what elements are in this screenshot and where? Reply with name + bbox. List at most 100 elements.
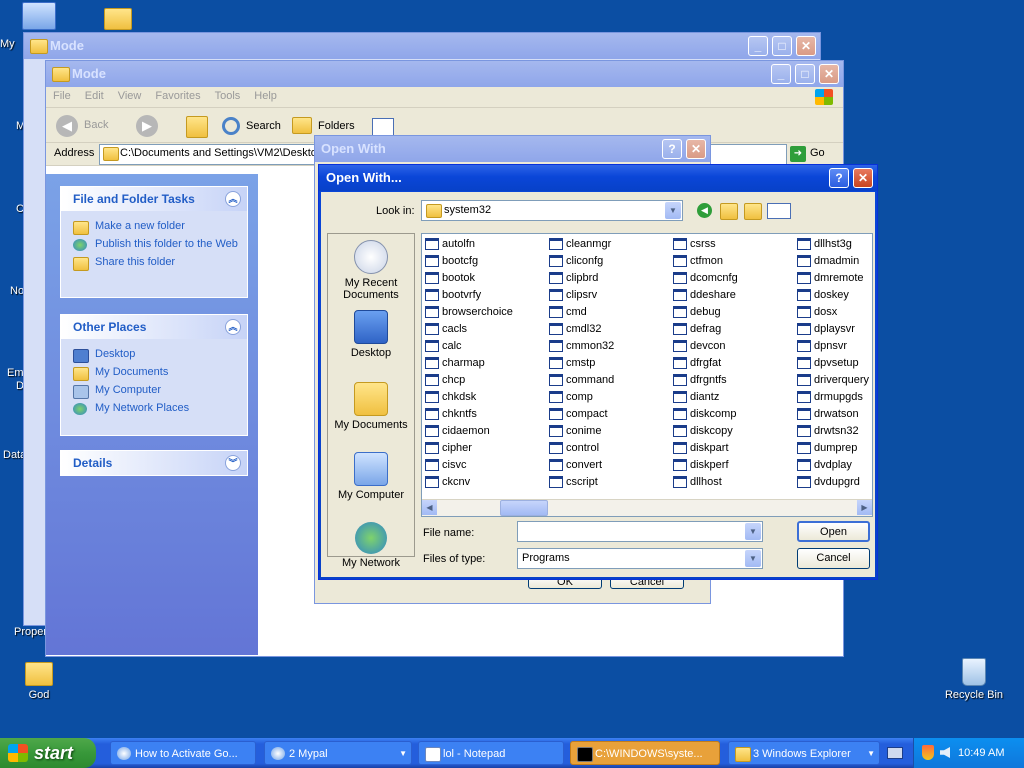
menu-view[interactable]: View (111, 87, 149, 105)
file-item[interactable]: cmdl32 (548, 321, 614, 338)
my-documents-link[interactable]: My Documents (61, 363, 247, 381)
file-name-input[interactable]: ▼ (517, 521, 763, 542)
volume-icon[interactable] (940, 747, 950, 758)
share-folder-link[interactable]: Share this folder (61, 253, 247, 271)
title-bar[interactable]: Open With... ? ✕ (319, 165, 877, 191)
cancel-button[interactable]: Cancel (797, 548, 870, 569)
back-green-icon[interactable]: ◀ (697, 203, 712, 218)
file-item[interactable]: cmmon32 (548, 338, 614, 355)
place-desktop[interactable]: Desktop (328, 310, 414, 359)
file-item[interactable]: diskpart (672, 440, 738, 457)
maximize-button[interactable]: □ (772, 36, 792, 56)
minimize-button[interactable]: _ (771, 64, 791, 84)
file-item[interactable]: cisvc (424, 457, 513, 474)
file-item[interactable]: drmupgds (796, 389, 869, 406)
title-bar[interactable]: Open With ? ✕ (315, 136, 710, 162)
file-item[interactable]: conime (548, 423, 614, 440)
go-button[interactable]: ➜ Go (790, 145, 830, 163)
file-item[interactable]: bootcfg (424, 253, 513, 270)
details-header[interactable]: Details ︾ (61, 451, 247, 475)
title-bar[interactable]: Mode _ □ ✕ (46, 61, 843, 87)
up-folder-icon[interactable] (720, 203, 738, 220)
file-item[interactable]: clipbrd (548, 270, 614, 287)
new-folder-icon[interactable] (744, 203, 762, 220)
file-item[interactable]: ckcnv (424, 474, 513, 491)
keyboard-icon[interactable] (887, 747, 903, 759)
publish-folder-link[interactable]: Publish this folder to the Web (61, 235, 247, 253)
file-item[interactable]: ddeshare (672, 287, 738, 304)
scroll-left-icon[interactable]: ◀ (422, 500, 437, 515)
file-item[interactable]: diskperf (672, 457, 738, 474)
horizontal-scrollbar[interactable]: ◀ ▶ (422, 499, 872, 516)
file-item[interactable]: dosx (796, 304, 869, 321)
file-item[interactable]: dvdplay (796, 457, 869, 474)
file-item[interactable]: drwatson (796, 406, 869, 423)
file-item[interactable]: driverquery (796, 372, 869, 389)
file-item[interactable]: cliconfg (548, 253, 614, 270)
file-item[interactable]: cacls (424, 321, 513, 338)
close-button[interactable]: ✕ (853, 168, 873, 188)
file-item[interactable]: dmremote (796, 270, 869, 287)
views-icon[interactable] (372, 118, 394, 136)
security-shield-icon[interactable] (922, 745, 934, 760)
file-item[interactable]: dcomcnfg (672, 270, 738, 287)
file-item[interactable]: diskcopy (672, 423, 738, 440)
look-in-select[interactable]: system32 ▼ (421, 200, 683, 221)
file-item[interactable]: defrag (672, 321, 738, 338)
file-item[interactable]: dfrgfat (672, 355, 738, 372)
file-item[interactable]: autolfn (424, 236, 513, 253)
chevron-down-icon[interactable]: ▼ (745, 523, 761, 540)
task-button[interactable]: 2 Mypal ▼ (264, 741, 412, 765)
scroll-right-icon[interactable]: ▶ (857, 500, 872, 515)
collapse-icon[interactable]: ︽ (225, 319, 241, 335)
task-button-active[interactable]: C:\WINDOWS\syste... (570, 741, 720, 765)
start-button[interactable]: start (0, 738, 96, 768)
close-button[interactable]: ✕ (819, 64, 839, 84)
file-item[interactable]: bootvrfy (424, 287, 513, 304)
file-item[interactable]: browserchoice (424, 304, 513, 321)
view-menu-icon[interactable] (767, 203, 791, 219)
open-button[interactable]: Open (797, 521, 870, 542)
scroll-thumb[interactable] (500, 500, 548, 516)
task-button[interactable]: lol - Notepad (418, 741, 564, 765)
place-my-computer[interactable]: My Computer (328, 452, 414, 501)
file-item[interactable]: cmd (548, 304, 614, 321)
clock[interactable]: 10:49 AM (958, 738, 1004, 768)
file-item[interactable]: ctfmon (672, 253, 738, 270)
menu-edit[interactable]: Edit (78, 87, 111, 105)
my-computer-link[interactable]: My Computer (61, 381, 247, 399)
file-item[interactable]: dllhost (672, 474, 738, 491)
file-item[interactable]: comp (548, 389, 614, 406)
file-item[interactable]: chkntfs (424, 406, 513, 423)
close-button[interactable]: ✕ (686, 139, 706, 159)
file-item[interactable]: clipsrv (548, 287, 614, 304)
menu-file[interactable]: File (46, 87, 78, 105)
file-item[interactable]: csrss (672, 236, 738, 253)
file-folder-tasks-header[interactable]: File and Folder Tasks ︽ (61, 187, 247, 211)
file-type-select[interactable]: Programs ▼ (517, 548, 763, 569)
chevron-down-icon[interactable]: ▼ (665, 202, 681, 219)
file-item[interactable]: dpnsvr (796, 338, 869, 355)
file-item[interactable]: debug (672, 304, 738, 321)
place-my-documents[interactable]: My Documents (328, 382, 414, 431)
file-item[interactable]: devcon (672, 338, 738, 355)
minimize-button[interactable]: _ (748, 36, 768, 56)
my-network-places-link[interactable]: My Network Places (61, 399, 247, 417)
file-item[interactable]: dfrgntfs (672, 372, 738, 389)
search-button[interactable]: Search (220, 114, 284, 138)
file-item[interactable]: dplaysvr (796, 321, 869, 338)
menu-tools[interactable]: Tools (208, 87, 248, 105)
file-item[interactable]: cidaemon (424, 423, 513, 440)
file-item[interactable]: charmap (424, 355, 513, 372)
collapse-icon[interactable]: ︽ (225, 191, 241, 207)
file-item[interactable]: dllhst3g (796, 236, 869, 253)
menu-favorites[interactable]: Favorites (148, 87, 207, 105)
close-button[interactable]: ✕ (796, 36, 816, 56)
title-bar[interactable]: Mode _ □ ✕ (24, 33, 820, 59)
file-item[interactable]: chkdsk (424, 389, 513, 406)
recycle-bin-desktop-icon[interactable]: Recycle Bin (939, 658, 1009, 701)
file-item[interactable]: calc (424, 338, 513, 355)
file-item[interactable]: command (548, 372, 614, 389)
place-my-recent-documents[interactable]: My Recent Documents (328, 240, 414, 301)
file-item[interactable]: bootok (424, 270, 513, 287)
